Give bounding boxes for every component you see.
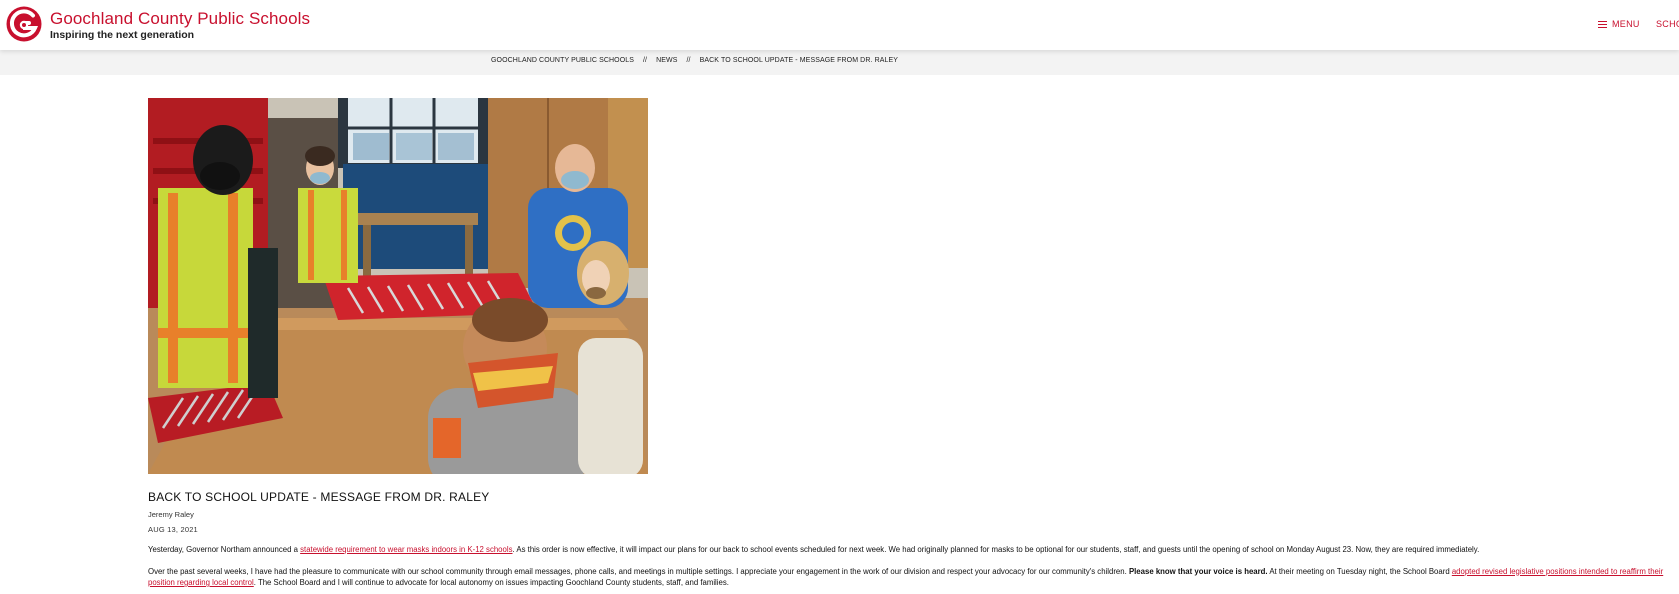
article-paragraph: Over the past several weeks, I have had … — [148, 566, 1668, 589]
article-title: BACK TO SCHOOL UPDATE - MESSAGE FROM DR.… — [148, 490, 490, 504]
menu-label: MENU — [1612, 19, 1640, 29]
breadcrumb: GOOCHLAND COUNTY PUBLIC SCHOOLS // NEWS … — [491, 57, 898, 64]
paragraph-text: . The School Board and I will continue t… — [253, 578, 729, 587]
hamburger-icon — [1598, 20, 1607, 28]
breadcrumb-separator: // — [686, 57, 691, 64]
paragraph-text: . As this order is now effective, it wil… — [512, 545, 1480, 554]
classroom-photo-image — [148, 98, 648, 474]
paragraph-text: Yesterday, Governor Northam announced a — [148, 545, 301, 554]
logo-text: Goochland County Public Schools Inspirin… — [50, 9, 310, 42]
breadcrumb-bar: GOOCHLAND COUNTY PUBLIC SCHOOLS // NEWS … — [0, 50, 1679, 75]
breadcrumb-item-current: BACK TO SCHOOL UPDATE - MESSAGE FROM DR.… — [699, 57, 899, 64]
article-hero-photo — [148, 98, 648, 474]
schools-button[interactable]: SCHC — [1656, 19, 1679, 29]
site-tagline: Inspiring the next generation — [50, 29, 195, 41]
article: BACK TO SCHOOL UPDATE - MESSAGE FROM DR.… — [148, 98, 1668, 589]
menu-button[interactable]: MENU — [1598, 19, 1640, 29]
breadcrumb-item-news[interactable]: NEWS — [656, 57, 677, 64]
home-logo-link[interactable]: Goochland County Public Schools Inspirin… — [6, 6, 310, 42]
site-title[interactable]: Goochland County Public Schools — [50, 9, 310, 28]
breadcrumb-separator: // — [643, 57, 648, 64]
breadcrumb-item-home[interactable]: GOOCHLAND COUNTY PUBLIC SCHOOLS — [491, 57, 634, 64]
mask-requirement-link[interactable]: statewide requirement to wear masks indo… — [300, 545, 512, 554]
site-header: Goochland County Public Schools Inspirin… — [0, 0, 1679, 50]
article-paragraph: Yesterday, Governor Northam announced a … — [148, 544, 1668, 556]
article-date: AUG 13, 2021 — [148, 525, 198, 534]
paragraph-bold-text: Please know that your voice is heard. — [1128, 566, 1268, 576]
paragraph-text: Over the past several weeks, I have had … — [148, 566, 1129, 576]
article-author: Jeremy Raley — [148, 510, 194, 519]
goochland-g-logo-icon — [6, 6, 42, 42]
paragraph-text: At their meeting on Tuesday night, the S… — [1267, 566, 1452, 576]
